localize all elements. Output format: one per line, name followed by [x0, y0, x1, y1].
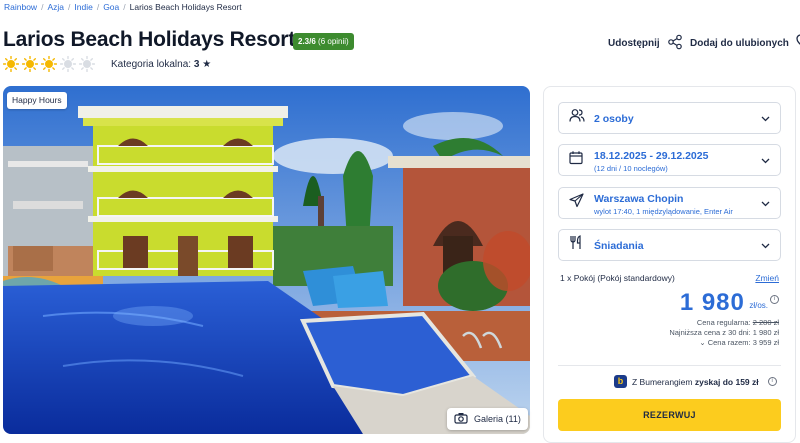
page-title: Larios Beach Holidays Resort [3, 28, 295, 51]
breadcrumb-separator: / [96, 2, 100, 12]
bumerang-promo: b Z Bumerangiem zyskaj do 159 zł i [614, 375, 777, 388]
camera-icon [454, 412, 468, 426]
breadcrumb-azja[interactable]: Azja [47, 2, 64, 12]
regular-price-value: 2 280 zł [752, 318, 779, 327]
gallery-button[interactable]: Galeria (11) [447, 408, 528, 430]
price-value: 1 980 [679, 289, 745, 316]
lowest-30-days: Najniższa cena z 30 dni: 1 980 zł [669, 328, 779, 337]
flight-sub: wylot 17:40, 1 międzylądowanie, Enter Ai… [594, 207, 733, 216]
dates-sub: (12 dni / 10 noclegów) [594, 164, 668, 173]
local-category-label: Kategoria lokalna: [111, 59, 192, 70]
breadcrumb-rainbow[interactable]: Rainbow [4, 2, 37, 12]
favorite-label: Dodaj do ulubionych [690, 37, 789, 49]
regular-price: Cena regularna: 2 280 zł [697, 318, 779, 327]
sun-empty-icon [79, 56, 95, 72]
local-category-value: 3 [193, 59, 200, 70]
hotel-photo[interactable] [3, 86, 530, 434]
flight-select[interactable]: Warszawa Chopin wylot 17:40, 1 międzyląd… [558, 187, 781, 219]
share-button[interactable]: Udostępnij [608, 34, 683, 53]
sun-filled-icon [3, 56, 19, 72]
favorite-button[interactable]: Dodaj do ulubionych [690, 34, 800, 52]
happy-hours-badge: Happy Hours [7, 92, 67, 109]
rating-count: (6 opinii) [318, 37, 349, 46]
sun-filled-icon [22, 56, 38, 72]
total-price: Cena razem: 3 959 zł [707, 338, 779, 347]
breadcrumb-current: Larios Beach Holidays Resort [129, 2, 242, 12]
rating-badge[interactable]: 2.3/6 (6 opinii) [293, 33, 354, 50]
heart-icon [796, 34, 800, 52]
breadcrumb-separator: / [41, 2, 44, 12]
persons-icon [569, 109, 585, 128]
breadcrumb-separator: / [123, 2, 126, 12]
room-label: 1 x Pokój (Pokój standardowy) [560, 273, 675, 283]
reserve-button[interactable]: REZERWUJ [558, 399, 781, 431]
persons-select[interactable]: 2 osoby [558, 102, 781, 134]
total-price-toggle[interactable]: ⌄ Cena razem: 3 959 zł [699, 338, 779, 347]
persons-value: 2 osoby [594, 113, 634, 125]
calendar-icon [569, 151, 583, 170]
bumerang-text: Z Bumerangiem [632, 376, 693, 387]
dates-value: 18.12.2025 - 29.12.2025 [594, 150, 709, 162]
sun-empty-icon [60, 56, 76, 72]
sun-filled-icon [41, 56, 57, 72]
price: 1 980 zł/os.i [680, 289, 779, 317]
info-icon[interactable]: i [767, 377, 777, 386]
breadcrumb-separator: / [68, 2, 71, 12]
regular-price-label: Cena regularna: [696, 318, 751, 327]
breadcrumb-goa[interactable]: Goa [103, 2, 119, 12]
chevron-down-icon [761, 236, 770, 254]
rating-value: 2.3/6 [298, 37, 316, 46]
sun-rating [3, 56, 95, 72]
divider [558, 365, 781, 366]
cutlery-icon [569, 235, 583, 255]
info-icon[interactable]: i [770, 295, 779, 304]
board-select[interactable]: Śniadania [558, 229, 781, 261]
chevron-down-icon [761, 109, 770, 127]
share-label: Udostępnij [608, 38, 660, 49]
bumerang-logo-icon: b [614, 375, 627, 388]
change-room-link[interactable]: Zmień [755, 273, 779, 283]
share-icon [667, 34, 683, 53]
breadcrumb: Rainbow / Azja / Indie / Goa / Larios Beach Holi… [4, 2, 242, 12]
hotel-photo-image [3, 86, 530, 434]
plane-icon [569, 193, 584, 213]
chevron-down-icon [761, 151, 770, 169]
bumerang-amount: zyskaj do 159 zł [694, 376, 759, 387]
price-unit: zł/os. [749, 301, 768, 310]
chevron-down-icon [761, 194, 770, 212]
gallery-label: Galeria (11) [474, 414, 521, 424]
breadcrumb-indie[interactable]: Indie [74, 2, 92, 12]
flight-value: Warszawa Chopin [594, 193, 684, 205]
local-category: Kategoria lokalna: 3 ★ [111, 59, 211, 70]
chevron-down-icon: ⌄ [699, 338, 706, 347]
dates-select[interactable]: 18.12.2025 - 29.12.2025 (12 dni / 10 noc… [558, 144, 781, 176]
star-icon: ★ [202, 59, 212, 70]
board-value: Śniadania [594, 240, 644, 252]
booking-panel: 2 osoby 18.12.2025 - 29.12.2025 (12 dni … [543, 86, 796, 443]
